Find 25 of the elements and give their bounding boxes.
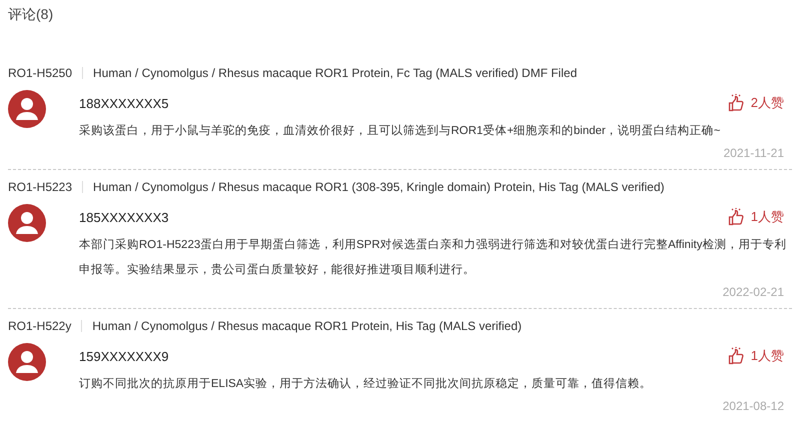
product-name[interactable]: Human / Cynomolgus / Rhesus macaque ROR1 (308-395, Kringle domain) Protein, His Tag (MALS verified) <box>93 180 664 194</box>
thumbs-up-icon[interactable] <box>728 208 745 226</box>
comment-text: 本部门采购RO1-H5223蛋白用于早期蛋白筛选，利用SPR对候选蛋白亲和力强弱进行筛选和对较优蛋白进行完整Affinity检测，用于专利申报等。实验结果显示，贵公司蛋白质量较好，能很好推进项目顺利进行。 <box>79 237 788 278</box>
avatar-icon <box>8 204 46 242</box>
like-count: 2人赞 <box>750 94 784 112</box>
thumbs-up-icon[interactable] <box>728 94 745 112</box>
product-code: RO1-H5223 <box>8 180 72 194</box>
like-count: 1人赞 <box>750 347 784 365</box>
section-title: 评论(8) <box>8 6 54 22</box>
user-name: 188XXXXXXX5 <box>79 96 169 110</box>
user-name: 159XXXXXXX9 <box>79 348 169 364</box>
user-name: 185XXXXXXX3 <box>79 210 169 224</box>
thumbs-up-icon[interactable] <box>728 347 745 365</box>
like-count: 1人赞 <box>750 208 784 226</box>
review-date: 2022-02-21 <box>722 285 784 299</box>
avatar-icon <box>8 343 46 381</box>
comment-text: 采购该蛋白，用于小鼠与羊驼的免疫，血清效价很好，且可以筛选到与ROR1受体+细胞亲和的binder，说明蛋白结构正确~ <box>79 123 722 139</box>
review-date: 2021-08-12 <box>722 399 784 413</box>
product-code: RO1-H522y <box>8 319 72 333</box>
avatar-icon <box>8 90 46 128</box>
product-code: RO1-H5250 <box>8 66 72 80</box>
product-name[interactable]: Human / Cynomolgus / Rhesus macaque ROR1 Protein, His Tag (MALS verified) <box>92 319 522 333</box>
product-name[interactable]: Human / Cynomolgus / Rhesus macaque ROR1 Protein, Fc Tag (MALS verified) DMF Filed <box>93 66 577 80</box>
review-date: 2021-11-21 <box>724 146 784 160</box>
comment-text: 订购不同批次的抗原用于ELISA实验，用于方法确认，经过验证不同批次间抗原稳定，质量可靠，值得信赖。 <box>79 376 653 392</box>
